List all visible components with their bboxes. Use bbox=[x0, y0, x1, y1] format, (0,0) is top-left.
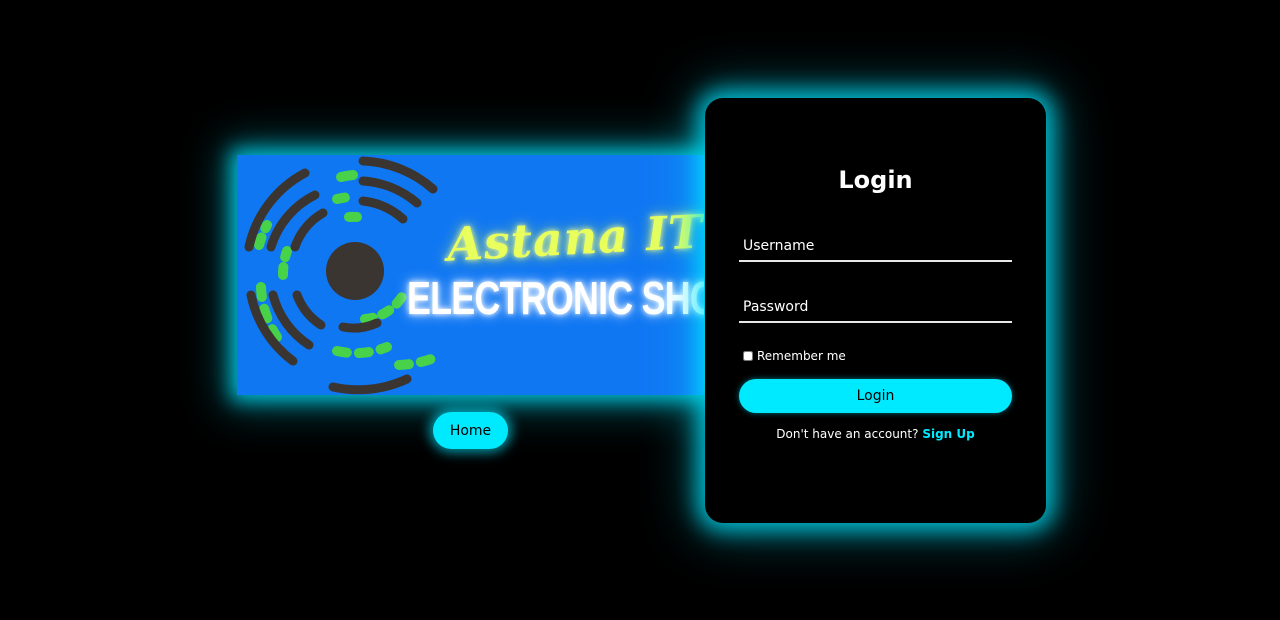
remember-me-checkbox[interactable] bbox=[743, 351, 753, 361]
signup-prompt-text: Don't have an account? bbox=[776, 427, 919, 441]
login-title: Login bbox=[838, 166, 913, 194]
login-card: Login Remember me Login Don't have an ac… bbox=[705, 98, 1046, 523]
signup-prompt-row: Don't have an account? Sign Up bbox=[705, 427, 1046, 441]
remember-me-label: Remember me bbox=[757, 349, 846, 363]
password-input[interactable] bbox=[739, 293, 1012, 323]
home-button[interactable]: Home bbox=[433, 412, 508, 449]
brand-title-script: Astana IT bbox=[445, 204, 704, 272]
login-button[interactable]: Login bbox=[739, 379, 1012, 413]
username-input[interactable] bbox=[739, 232, 1012, 262]
brand-banner: Astana IT ELECTRONIC SHOP bbox=[237, 155, 704, 395]
page: Astana IT ELECTRONIC SHOP Home Login Rem… bbox=[0, 0, 1280, 620]
signup-link[interactable]: Sign Up bbox=[922, 427, 974, 441]
remember-me-row[interactable]: Remember me bbox=[743, 349, 846, 363]
brand-title-main: ELECTRONIC SHOP bbox=[407, 272, 704, 324]
